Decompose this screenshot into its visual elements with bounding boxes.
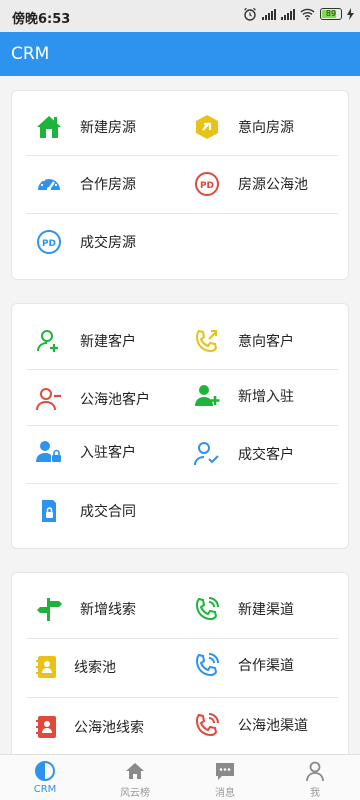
menu-item-coop-channel[interactable]: 合作渠道 <box>192 645 294 685</box>
phone-ring-icon <box>192 650 222 680</box>
property-card: 新建房源 意向房源 合作房源 PD 房源公海池 PD 成交房源 <box>11 90 349 280</box>
tab-label: 风云榜 <box>120 788 150 799</box>
menu-item-label: 新建渠道 <box>238 602 294 618</box>
divider <box>26 483 338 484</box>
menu-item-label: 公海池客户 <box>80 392 150 408</box>
intent-icon <box>192 112 222 142</box>
divider <box>26 369 338 370</box>
tab-messages[interactable]: 消息 <box>180 755 270 800</box>
menu-item-label: 房源公海池 <box>238 177 308 193</box>
customer-card: 新建客户 意向客户 公海池客户 新增入驻 入驻客户 成交客户 成交合同 <box>11 303 349 549</box>
tab-me[interactable]: 我 <box>270 755 360 800</box>
app-bar: CRM <box>0 32 360 76</box>
menu-item-label: 成交客户 <box>238 447 294 463</box>
message-tab-icon <box>216 763 234 780</box>
divider <box>26 425 338 426</box>
divider <box>26 697 338 698</box>
phone-ring-icon <box>192 594 222 624</box>
charging-icon <box>347 8 354 20</box>
status-time: 傍晚6:53 <box>12 12 71 27</box>
phone-ring-icon <box>192 710 222 740</box>
bottom-tab-bar: CRM 风云榜 消息 我 <box>0 754 360 800</box>
app-title: CRM <box>11 44 50 64</box>
menu-item-settled-customer[interactable]: 入驻客户 <box>34 432 136 472</box>
menu-item-label: 成交房源 <box>80 235 136 251</box>
user-minus-icon <box>34 384 64 414</box>
pd-red-icon: PD <box>192 169 222 199</box>
menu-item-new-property[interactable]: 新建房源 <box>34 107 136 147</box>
menu-item-intent-customer[interactable]: 意向客户 <box>192 321 294 361</box>
menu-item-property-pool[interactable]: PD 房源公海池 <box>192 164 308 204</box>
user-plus-filled-icon <box>192 381 222 411</box>
tab-label: 消息 <box>215 788 235 799</box>
menu-item-label: 入驻客户 <box>80 445 136 461</box>
menu-item-cooperative-property[interactable]: 合作房源 <box>34 164 136 204</box>
menu-item-label: 成交合同 <box>80 504 136 520</box>
svg-text:PD: PD <box>200 181 214 191</box>
menu-item-label: 公海池线索 <box>74 720 144 736</box>
menu-item-pool-lead[interactable]: 公海池线索 <box>32 707 144 747</box>
signpost-icon <box>34 594 64 624</box>
menu-item-pool-channel[interactable]: 公海池渠道 <box>192 705 308 745</box>
pd-blue-icon: PD <box>34 227 64 257</box>
user-lock-icon <box>34 437 64 467</box>
divider <box>26 155 338 156</box>
battery-icon: 89 <box>320 8 342 20</box>
menu-item-label: 新建房源 <box>80 120 136 136</box>
status-bar: 傍晚6:53 89 <box>0 0 360 32</box>
menu-item-label: 合作渠道 <box>238 658 294 674</box>
wifi-icon <box>300 8 315 20</box>
menu-item-label: 合作房源 <box>80 177 136 193</box>
user-add-icon <box>34 326 64 356</box>
phone-out-icon <box>192 326 222 356</box>
tab-label: 我 <box>310 788 320 799</box>
alarm-icon <box>244 7 256 21</box>
status-icons: 89 <box>243 7 354 21</box>
tab-ranking[interactable]: 风云榜 <box>90 755 180 800</box>
tab-crm[interactable]: CRM <box>0 755 90 800</box>
lead-channel-card: 新增线索 新建渠道 线索池 合作渠道 公海池线索 公海池渠道 <box>11 572 349 762</box>
menu-item-intent-property[interactable]: 意向房源 <box>192 107 294 147</box>
user-tab-icon <box>306 761 324 782</box>
contacts-icon <box>32 712 62 742</box>
divider <box>26 638 338 639</box>
menu-item-label: 新增入驻 <box>238 389 294 405</box>
menu-item-label: 线索池 <box>74 660 116 676</box>
menu-item-label: 新建客户 <box>80 334 136 350</box>
menu-item-new-settlement[interactable]: 新增入驻 <box>192 376 294 416</box>
menu-item-label: 新增线索 <box>80 602 136 618</box>
signal-icon <box>262 8 276 20</box>
divider <box>26 213 338 214</box>
menu-item-pool-customer[interactable]: 公海池客户 <box>34 379 150 419</box>
house-icon <box>34 112 64 142</box>
contract-lock-icon <box>34 496 64 526</box>
menu-item-label: 意向客户 <box>238 334 294 350</box>
contacts-icon <box>32 652 62 682</box>
crm-tab-icon <box>35 761 55 781</box>
menu-item-label: 意向房源 <box>238 120 294 136</box>
home-tab-icon <box>126 763 144 779</box>
menu-item-new-lead[interactable]: 新增线索 <box>34 589 136 629</box>
signal-icon-2 <box>281 8 295 20</box>
menu-item-new-channel[interactable]: 新建渠道 <box>192 589 294 629</box>
menu-item-closed-customer[interactable]: 成交客户 <box>192 434 294 474</box>
user-check-icon <box>192 439 222 469</box>
menu-item-new-customer[interactable]: 新建客户 <box>34 321 136 361</box>
svg-text:PD: PD <box>42 239 56 249</box>
menu-item-closed-property[interactable]: PD 成交房源 <box>34 222 136 262</box>
gauge-icon <box>34 169 64 199</box>
menu-item-lead-pool[interactable]: 线索池 <box>32 647 116 687</box>
menu-item-closed-contract[interactable]: 成交合同 <box>34 491 136 531</box>
tab-label: CRM <box>33 784 57 795</box>
battery-level: 89 <box>325 9 337 18</box>
menu-item-label: 公海池渠道 <box>238 718 308 734</box>
